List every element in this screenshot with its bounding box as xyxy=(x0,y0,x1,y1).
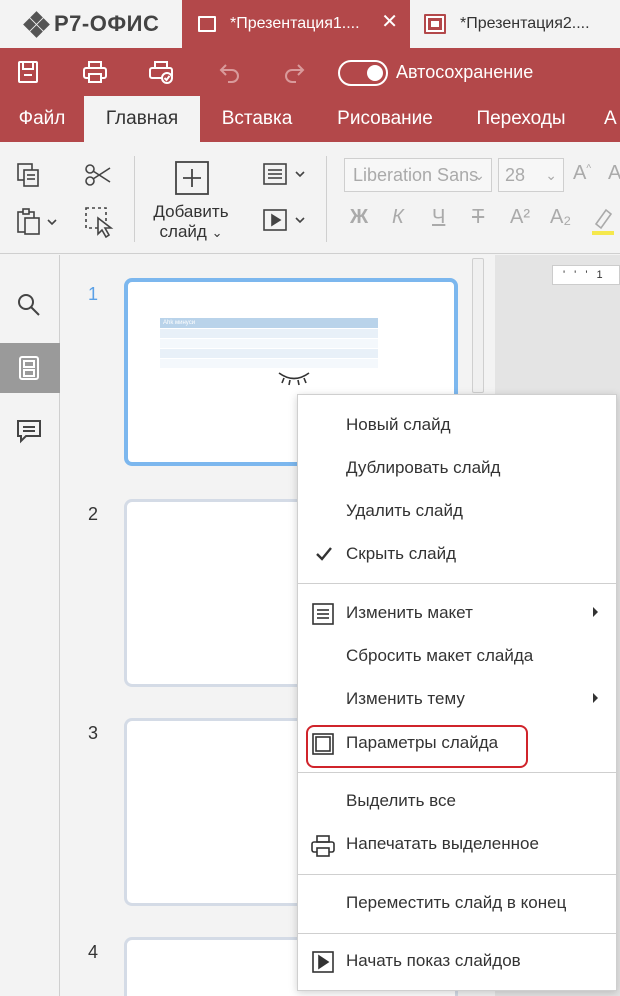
menu-item-new-slide[interactable]: Новый слайд xyxy=(298,405,618,447)
toolbar-separator xyxy=(134,156,135,242)
presentation-icon xyxy=(424,14,446,34)
autosave-toggle[interactable] xyxy=(338,60,388,86)
menu-item-label: Изменить макет xyxy=(346,603,473,622)
menu-bar: Файл Главная Вставка Рисование Переходы … xyxy=(0,96,620,142)
menu-item-label: Удалить слайд xyxy=(346,501,463,520)
ruler: ' ' ' 1 xyxy=(552,265,620,285)
presentation-icon xyxy=(198,16,216,32)
highlight-color-icon[interactable] xyxy=(590,206,616,236)
font-name-value: Liberation Sans xyxy=(353,165,479,185)
layout-icon xyxy=(312,603,334,625)
quick-print-icon[interactable] xyxy=(148,60,174,84)
start-slideshow-icon[interactable] xyxy=(262,208,306,234)
add-slide-label-line2: слайд xyxy=(159,222,207,241)
menu-item-change-theme[interactable]: Изменить тему xyxy=(298,679,618,721)
toolbar-separator xyxy=(326,156,327,242)
checkmark-icon xyxy=(316,547,332,561)
menu-item-label: Начать показ слайдов xyxy=(346,951,521,970)
menu-item-delete-slide[interactable]: Удалить слайд xyxy=(298,491,618,533)
slide-number: 3 xyxy=(88,723,99,743)
menu-item-label: Напечатать выделенное xyxy=(346,834,539,853)
submenu-arrow-icon xyxy=(593,693,598,703)
tab-label: *Презентация1.... xyxy=(230,15,360,32)
menu-item-label: Изменить тему xyxy=(346,689,465,708)
select-all-icon[interactable] xyxy=(84,206,114,238)
slide-number: 4 xyxy=(88,942,99,962)
tab-home[interactable]: Главная xyxy=(84,96,200,142)
menu-item-duplicate-slide[interactable]: Дублировать слайд xyxy=(298,448,618,490)
chevron-down-icon: ⌄ xyxy=(473,167,485,183)
menu-item-label: Новый слайд xyxy=(346,415,451,434)
cut-icon[interactable] xyxy=(84,162,112,188)
save-icon[interactable] xyxy=(15,60,41,84)
slide-context-menu: Новый слайд Дублировать слайд Удалить сл… xyxy=(297,394,617,991)
tab-transitions[interactable]: Переходы xyxy=(456,96,586,142)
autosave-label: Автосохранение xyxy=(396,62,534,82)
chevron-down-icon: ⌄ xyxy=(545,167,557,183)
menu-item-hide-slide[interactable]: Скрыть слайд xyxy=(298,534,618,576)
strikethrough-button[interactable]: Т xyxy=(472,206,484,229)
superscript-button[interactable]: A² xyxy=(510,206,530,229)
underline-button[interactable]: Ч xyxy=(432,206,445,229)
search-icon[interactable] xyxy=(16,292,42,318)
app-logo: Р7-ОФИС xyxy=(23,11,160,38)
add-slide-label-line1: Добавить xyxy=(153,202,229,221)
menu-item-select-all[interactable]: Выделить все xyxy=(298,781,618,823)
menu-separator xyxy=(298,933,616,934)
play-icon xyxy=(312,951,334,973)
tab-animation-partial[interactable]: А xyxy=(604,96,620,142)
title-bar: Р7-ОФИС *Презентация1.... ✕ *Презентация… xyxy=(0,0,620,48)
print-icon[interactable] xyxy=(82,60,108,84)
menu-item-print-selection[interactable]: Напечатать выделенное xyxy=(298,824,618,866)
tab-presentation-2[interactable]: *Презентация2.... xyxy=(410,0,620,48)
scrollbar-thumb[interactable] xyxy=(472,258,484,393)
comments-icon[interactable] xyxy=(16,418,42,444)
tab-insert[interactable]: Вставка xyxy=(200,96,314,142)
bold-button[interactable]: Ж xyxy=(350,206,368,229)
menu-item-label: Выделить все xyxy=(346,791,456,810)
undo-icon[interactable] xyxy=(216,60,242,84)
close-tab-icon[interactable]: ✕ xyxy=(381,12,398,32)
menu-separator xyxy=(298,772,616,773)
add-slide-button[interactable]: Добавить слайд ⌄ xyxy=(140,202,242,243)
menu-separator xyxy=(298,874,616,875)
menu-item-change-layout[interactable]: Изменить макет xyxy=(298,593,618,635)
menu-item-label: Сбросить макет слайда xyxy=(346,646,534,665)
logo-text: Р7-ОФИС xyxy=(54,11,160,36)
menu-separator xyxy=(298,583,616,584)
redo-icon[interactable] xyxy=(282,60,308,84)
menu-item-reset-layout[interactable]: Сбросить макет слайда xyxy=(298,636,618,678)
font-size-select[interactable]: 28 ⌄ xyxy=(498,158,564,192)
increase-font-icon[interactable]: A^ xyxy=(573,162,591,185)
menu-item-label: Дублировать слайд xyxy=(346,458,501,477)
tab-presentation-1[interactable]: *Презентация1.... ✕ xyxy=(182,0,410,48)
paste-icon[interactable] xyxy=(16,208,58,236)
thumbnail-table: Ahk минуcи xyxy=(160,318,378,368)
font-name-select[interactable]: Liberation Sans ⌄ xyxy=(344,158,492,192)
add-slide-icon[interactable] xyxy=(174,160,210,196)
submenu-arrow-icon xyxy=(593,607,598,617)
slides-icon[interactable] xyxy=(16,355,42,381)
chevron-down-icon: ⌄ xyxy=(211,225,223,240)
copy-icon[interactable] xyxy=(16,162,42,188)
slide-number: 2 xyxy=(88,504,99,524)
print-icon xyxy=(311,835,335,857)
slide-number: 1 xyxy=(88,284,99,304)
tab-file[interactable]: Файл xyxy=(0,96,84,142)
tab-draw[interactable]: Рисование xyxy=(314,96,456,142)
italic-button[interactable]: К xyxy=(392,206,404,229)
thumbnail-table-header: Ahk минуcи xyxy=(160,318,378,328)
menu-item-move-slide-to-end[interactable]: Переместить слайд в конец xyxy=(298,883,618,925)
menu-item-start-slideshow[interactable]: Начать показ слайдов xyxy=(298,941,618,983)
logo-icon xyxy=(23,11,50,38)
menu-item-label: Скрыть слайд xyxy=(346,544,457,563)
tab-label: *Презентация2.... xyxy=(460,15,590,32)
closed-eye-icon xyxy=(278,372,310,386)
menu-item-label: Переместить слайд в конец xyxy=(346,893,567,912)
subscript-button[interactable]: A₂ xyxy=(550,206,571,229)
decrease-font-icon[interactable]: A xyxy=(608,162,620,185)
font-size-value: 28 xyxy=(505,165,526,185)
layout-icon[interactable] xyxy=(262,162,306,188)
highlight-annotation xyxy=(306,725,528,768)
